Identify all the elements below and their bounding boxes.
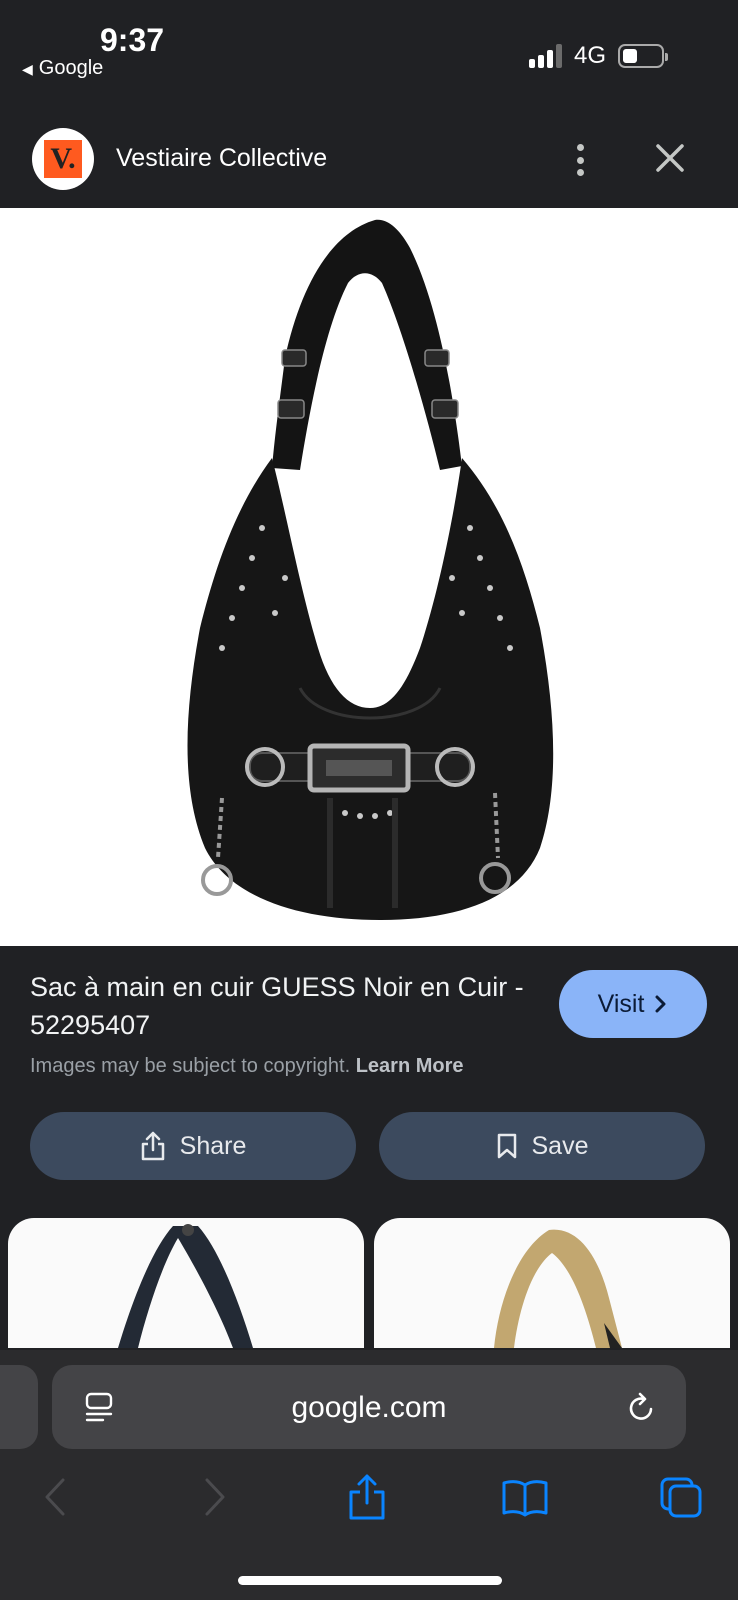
copyright-text: Images may be subject to copyright.	[30, 1055, 351, 1077]
more-vertical-icon[interactable]	[568, 140, 592, 180]
previous-tab-preview[interactable]	[0, 1365, 38, 1449]
network-type: 4G	[573, 42, 606, 69]
share-icon[interactable]	[346, 1472, 388, 1522]
product-image[interactable]	[0, 208, 738, 946]
back-to-google-link[interactable]: ◀ Google	[22, 57, 103, 80]
visit-button[interactable]: Visit	[559, 970, 707, 1038]
share-icon	[141, 1131, 164, 1161]
status-time: 9:37	[100, 22, 165, 58]
share-button[interactable]: Share	[30, 1112, 356, 1180]
back-app-label: Google	[38, 57, 104, 79]
share-label: Share	[179, 1131, 247, 1160]
related-bag-illustration	[118, 1224, 253, 1348]
home-indicator	[238, 1576, 502, 1585]
site-header: V. Vestiaire Collective	[0, 110, 738, 208]
address-bar[interactable]: google.com	[52, 1365, 686, 1449]
forward-arrow-icon[interactable]	[200, 1472, 230, 1522]
related-image-thumbnail[interactable]	[374, 1218, 730, 1348]
status-bar: 9:37 ◀ Google 4G	[0, 0, 738, 100]
handbag-illustration	[187, 219, 554, 920]
url-text: google.com	[291, 1391, 447, 1424]
cellular-signal-icon	[528, 44, 562, 68]
bookmarks-icon[interactable]	[500, 1472, 550, 1522]
copyright-notice: Images may be subject to copyright. Lear…	[30, 1055, 464, 1078]
back-triangle-icon: ◀	[22, 61, 33, 77]
chevron-right-icon	[655, 995, 666, 1013]
visit-label: Visit	[597, 989, 645, 1018]
site-logo: V.	[32, 128, 94, 190]
site-name[interactable]: Vestiaire Collective	[116, 144, 327, 173]
product-title[interactable]: Sac à main en cuir GUESS Noir en Cuir - …	[30, 968, 530, 1044]
bookmark-icon	[497, 1133, 516, 1159]
reload-icon[interactable]	[626, 1389, 658, 1425]
close-icon[interactable]	[652, 140, 688, 176]
save-label: Save	[531, 1131, 589, 1160]
product-title-block: Sac à main en cuir GUESS Noir en Cuir - …	[30, 968, 530, 1044]
battery-icon	[618, 44, 668, 68]
browser-bottom-bar: google.com	[0, 1350, 738, 1600]
site-logo-mark: V.	[44, 140, 82, 178]
learn-more-link[interactable]: Learn More	[356, 1055, 464, 1077]
related-bag-illustration	[494, 1229, 622, 1348]
save-button[interactable]: Save	[379, 1112, 705, 1180]
related-image-thumbnail[interactable]	[8, 1218, 364, 1348]
status-indicators: 4G	[528, 40, 668, 72]
back-arrow-icon[interactable]	[40, 1472, 70, 1522]
tabs-icon[interactable]	[658, 1472, 704, 1522]
